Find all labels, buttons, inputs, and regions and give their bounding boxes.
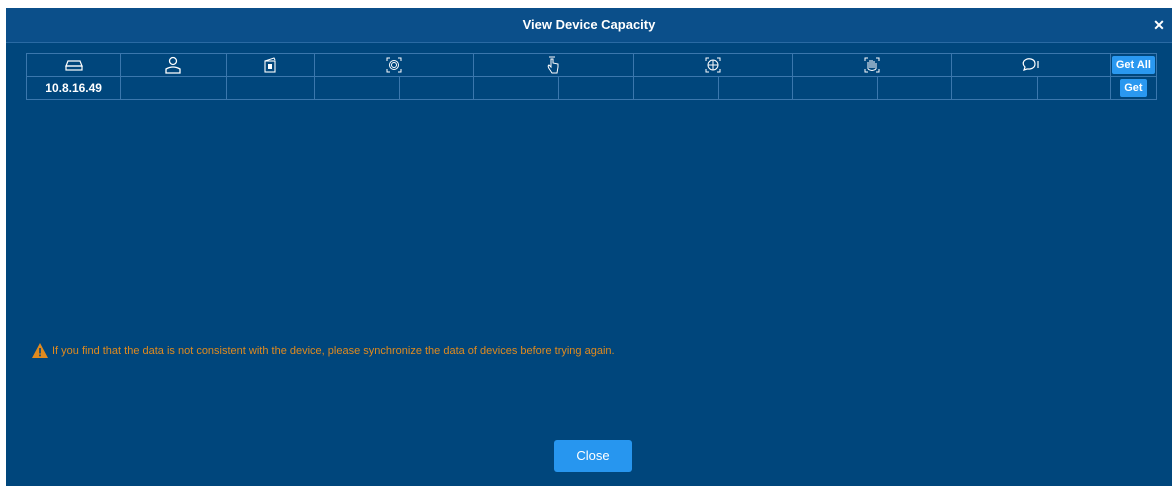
close-icon[interactable]: ✕ [1150,16,1168,34]
get-cell: Get [1109,76,1158,100]
table-cell [1036,76,1111,100]
get-all-cell: Get All [1109,53,1158,77]
table-header-row: Get All [25,53,1158,77]
dialog-titlebar: View Device Capacity ✕ [6,8,1172,43]
table-cell [558,76,634,100]
table-cell [398,76,475,100]
close-button[interactable]: Close [554,440,632,472]
table-cell [632,76,719,100]
speech-icon [951,53,1111,77]
table-cell [225,76,315,100]
table-cell [120,76,227,100]
fingerprint-icon [313,53,475,77]
card-icon [225,53,315,77]
device-ip: 10.8.16.49 [25,76,122,100]
capacity-table: Get All 10.8.16.49 Get [25,53,1158,100]
table-cell [313,76,400,100]
palm-icon [791,53,953,77]
device-icon [25,53,122,77]
table-row: 10.8.16.49 Get [25,76,1158,100]
finger-vein-icon [473,53,634,77]
warning-icon [32,343,48,363]
view-device-capacity-dialog: View Device Capacity ✕ Get All 10.8.16.4… [6,8,1172,486]
face-icon [632,53,793,77]
table-cell [951,76,1038,100]
table-cell [877,76,953,100]
get-all-button[interactable]: Get All [1111,56,1155,74]
person-icon [120,53,227,77]
table-cell [473,76,560,100]
dialog-title: View Device Capacity [522,17,656,32]
table-cell [791,76,879,100]
table-cell [717,76,793,100]
warning-text: If you find that the data is not consist… [52,345,615,357]
get-button[interactable]: Get [1120,79,1147,97]
